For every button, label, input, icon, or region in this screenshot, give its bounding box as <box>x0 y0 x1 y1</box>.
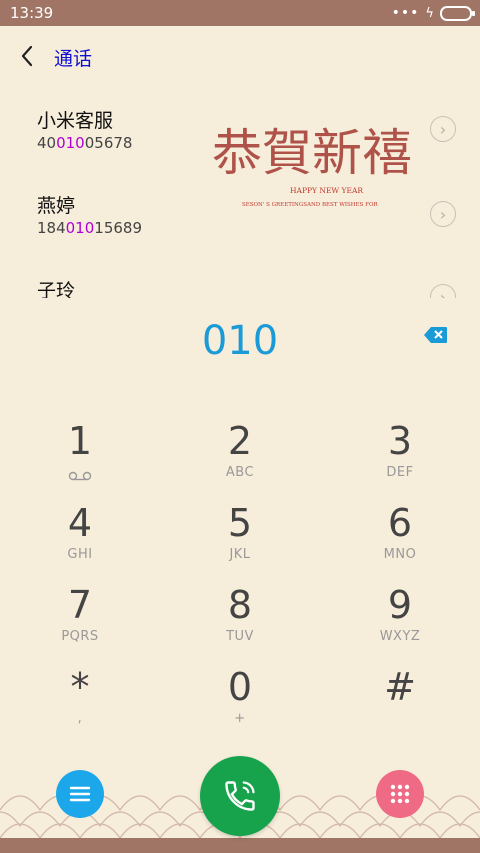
key-3[interactable]: 3 DEF <box>340 421 460 501</box>
menu-icon <box>69 786 91 802</box>
banner-calligraphy: 恭賀新禧 <box>212 124 412 182</box>
charging-icon: ϟ <box>425 5 434 21</box>
phone-call-icon <box>225 781 255 811</box>
key-5[interactable]: 5 JKL <box>180 503 300 583</box>
battery-icon <box>440 5 475 21</box>
key-2[interactable]: 2 ABC <box>180 421 300 501</box>
number-match-highlight: 010 <box>56 134 85 152</box>
call-button[interactable] <box>200 756 280 836</box>
contact-number: 4001005678 <box>37 134 133 152</box>
contact-detail-chevron-icon[interactable]: › <box>430 284 456 298</box>
contact-number: 18401015689 <box>37 219 142 237</box>
backspace-icon[interactable] <box>424 326 448 344</box>
key-6[interactable]: 6 MNO <box>340 503 460 583</box>
number-match-highlight: 010 <box>65 219 95 237</box>
contact-name: 燕婷 <box>37 195 76 217</box>
key-0[interactable]: 0 + <box>180 667 300 747</box>
back-arrow-icon[interactable] <box>16 42 40 70</box>
keypad-toggle-button[interactable] <box>376 770 424 818</box>
key-4[interactable]: 4 GHI <box>20 503 140 583</box>
key-star[interactable]: * , <box>20 667 140 747</box>
dialed-number-display: 010 <box>201 318 279 364</box>
contact-name: 子玲 <box>37 280 76 298</box>
bottom-strip <box>0 838 480 853</box>
contact-name: 小米客服 <box>37 110 114 132</box>
menu-button[interactable] <box>56 770 104 818</box>
header: 通话 <box>0 26 480 88</box>
status-time: 13:39 <box>10 4 54 22</box>
new-year-banner: 恭賀新禧 HAPPY NEW YEAR SESON' S GREETINGSAN… <box>212 124 412 208</box>
status-icons: ••• ϟ <box>391 5 475 21</box>
banner-subtitle: HAPPY NEW YEAR <box>290 186 363 195</box>
key-8[interactable]: 8 TUV <box>180 585 300 665</box>
key-9[interactable]: 9 WXYZ <box>340 585 460 665</box>
page-title: 通话 <box>54 48 93 70</box>
key-1[interactable]: 1 <box>20 421 140 501</box>
keypad-grid-icon <box>390 784 410 804</box>
status-bar: 13:39 ••• ϟ <box>0 0 480 26</box>
contact-row[interactable]: 子玲 › <box>0 258 480 298</box>
key-7[interactable]: 7 PQRS <box>20 585 140 665</box>
voicemail-icon <box>68 471 92 481</box>
key-hash[interactable]: # <box>340 667 460 747</box>
more-dots-icon: ••• <box>391 5 420 21</box>
banner-tagline: SESON' S GREETINGSAND BEST WISHES FOR <box>242 202 378 208</box>
